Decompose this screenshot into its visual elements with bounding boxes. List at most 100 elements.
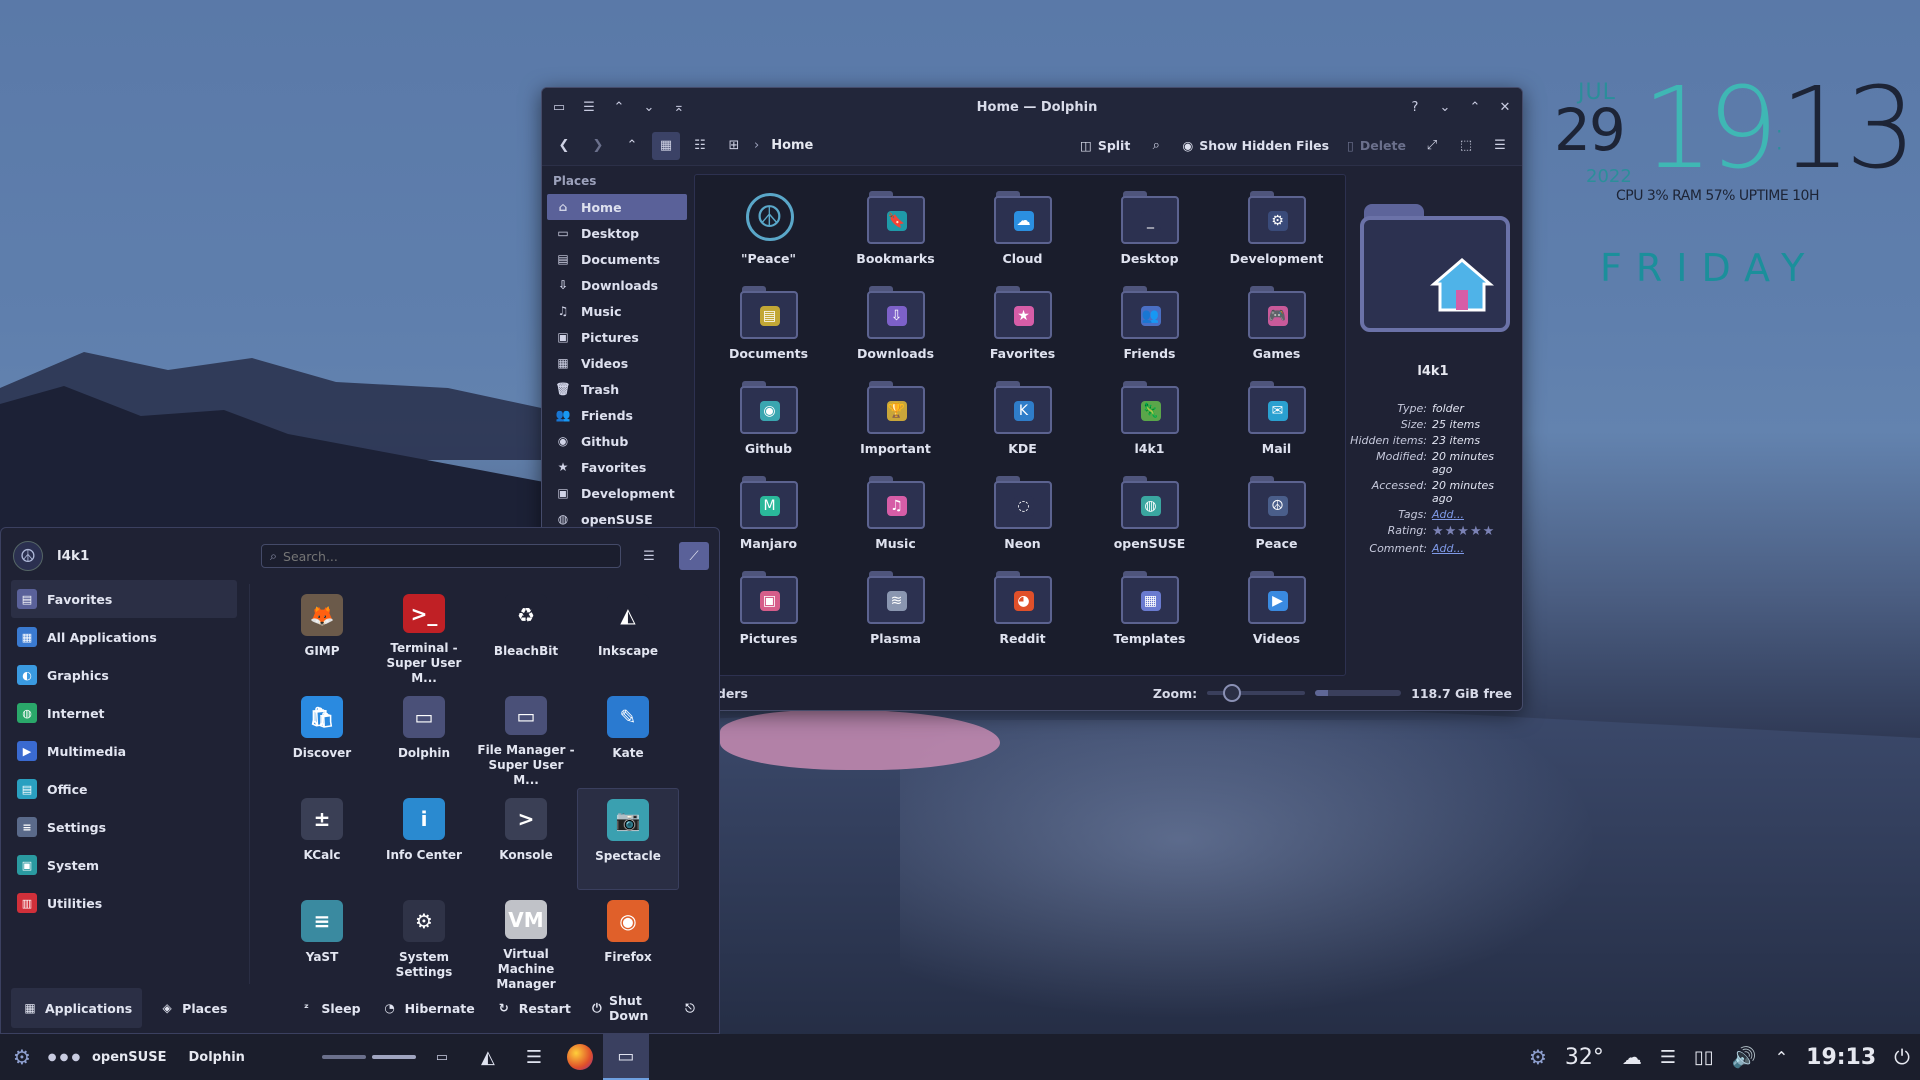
split-button[interactable]: ◫ Split <box>1074 138 1136 153</box>
app-kcalc[interactable]: ± KCalc <box>271 788 373 890</box>
back-button[interactable]: ❮ <box>550 132 578 160</box>
maximize-icon[interactable]: ⌃ <box>1466 98 1484 116</box>
place-item-music[interactable]: ♫ Music <box>547 298 687 324</box>
icons-view-button[interactable]: ▦ <box>652 131 680 160</box>
select-button[interactable]: ⬚ <box>1452 132 1480 160</box>
details-view-button[interactable]: ⊞ <box>720 132 748 160</box>
info-tags-link[interactable]: Add... <box>1432 508 1516 521</box>
task-firefox[interactable] <box>557 1034 603 1080</box>
taskbar-clock[interactable]: 19:13 <box>1806 1045 1876 1070</box>
place-item-home[interactable]: ⌂ Home <box>547 194 687 220</box>
cloud-icon[interactable]: ☁ <box>1622 1045 1642 1069</box>
file-item[interactable]: ☁ Cloud <box>959 183 1086 278</box>
workspace-1[interactable] <box>319 1034 369 1080</box>
tray-expand-icon[interactable]: ⌃ <box>1775 1048 1788 1067</box>
file-item[interactable]: ▦ Templates <box>1086 563 1213 658</box>
file-item[interactable]: ✉ Mail <box>1213 373 1340 468</box>
task-inkscape[interactable]: ◭ <box>465 1034 511 1080</box>
battery-icon[interactable]: ▯▯ <box>1694 1047 1714 1068</box>
category-utilities[interactable]: ▥ Utilities <box>11 884 237 922</box>
place-item-pictures[interactable]: ▣ Pictures <box>547 324 687 350</box>
up-button[interactable]: ⌃ <box>618 132 646 160</box>
place-item-documents[interactable]: ▤ Documents <box>547 246 687 272</box>
file-item[interactable]: 🦎 l4k1 <box>1086 373 1213 468</box>
zoom-slider[interactable] <box>1207 684 1306 702</box>
app-spectacle[interactable]: 📷 Spectacle <box>577 788 679 890</box>
app-konsole[interactable]: > Konsole <box>475 788 577 890</box>
file-item[interactable]: ≋ Plasma <box>832 563 959 658</box>
pager[interactable]: ● ● ● <box>44 1034 84 1080</box>
place-item-favorites[interactable]: ★ Favorites <box>547 454 687 480</box>
compact-view-button[interactable]: ☷ <box>686 132 714 160</box>
pin-button[interactable]: ⟋ <box>679 542 709 570</box>
app-dolphin[interactable]: ▭ Dolphin <box>373 686 475 788</box>
app-firefox[interactable]: ◉ Firefox <box>577 890 679 992</box>
category-all-applications[interactable]: ▦ All Applications <box>11 618 237 656</box>
file-item[interactable]: 🔖 Bookmarks <box>832 183 959 278</box>
app-yast[interactable]: ≡ YaST <box>271 890 373 992</box>
file-view[interactable]: ☮ "Peace" 🔖 Bookmarks ☁ Cloud _ Desktop ⚙ Develop… <box>694 174 1346 676</box>
file-item[interactable]: ◉ Github <box>705 373 832 468</box>
file-item[interactable]: ☮ Peace <box>1213 468 1340 563</box>
category-internet[interactable]: ◍ Internet <box>11 694 237 732</box>
app-discover[interactable]: 🛍 Discover <box>271 686 373 788</box>
file-item[interactable]: ▶ Videos <box>1213 563 1340 658</box>
restart-button[interactable]: ↻ Restart <box>485 988 581 1028</box>
app-bleachbit[interactable]: ♻ BleachBit <box>475 584 577 686</box>
file-item[interactable]: _ Desktop <box>1086 183 1213 278</box>
info-comment-link[interactable]: Add... <box>1432 542 1516 555</box>
category-favorites[interactable]: ▤ Favorites <box>11 580 237 618</box>
place-item-downloads[interactable]: ⇩ Downloads <box>547 272 687 298</box>
window-titlebar[interactable]: ▭ ☰ ⌃ ⌄ ⌅ Home — Dolphin ? ⌄ ⌃ ✕ <box>542 88 1522 126</box>
task-dolphin[interactable]: ▭ <box>602 1034 649 1080</box>
sleep-button[interactable]: ᶻ Sleep <box>287 988 370 1028</box>
file-item[interactable]: ♫ Music <box>832 468 959 563</box>
power-icon[interactable]: ⏻ <box>1894 1045 1910 1069</box>
category-graphics[interactable]: ◐ Graphics <box>11 656 237 694</box>
launcher-button[interactable]: ⚙ <box>0 1034 44 1080</box>
file-item[interactable]: ⇩ Downloads <box>832 278 959 373</box>
shutdown-button[interactable]: ⏻ Shut Down <box>581 988 671 1028</box>
search-button[interactable]: ⌕ <box>1142 132 1170 160</box>
file-item[interactable]: ◕ Reddit <box>959 563 1086 658</box>
forward-button[interactable]: ❯ <box>584 132 612 160</box>
file-item[interactable]: ⚙ Development <box>1213 183 1340 278</box>
search-box[interactable]: ⌕ <box>261 544 621 568</box>
delete-button[interactable]: ▯ Delete <box>1341 138 1412 153</box>
keep-above-icon[interactable]: ⌃ <box>610 98 628 116</box>
hibernate-button[interactable]: ◔ Hibernate <box>371 988 485 1028</box>
minimize-icon[interactable]: ⌄ <box>1436 98 1454 116</box>
window-app-icon[interactable]: ▭ <box>550 98 568 116</box>
app-inkscape[interactable]: ◭ Inkscape <box>577 584 679 686</box>
file-item[interactable]: ★ Favorites <box>959 278 1086 373</box>
task-system-settings[interactable]: ☰ <box>511 1034 557 1080</box>
keep-below-icon[interactable]: ⌄ <box>640 98 658 116</box>
file-item[interactable]: 👥 Friends <box>1086 278 1213 373</box>
file-item[interactable]: M Manjaro <box>705 468 832 563</box>
fit-window-button[interactable]: ⤢ <box>1418 132 1446 160</box>
window-menu-icon[interactable]: ☰ <box>580 98 598 116</box>
active-window-title[interactable]: Dolphin <box>174 1034 258 1080</box>
place-item-videos[interactable]: ▦ Videos <box>547 350 687 376</box>
kde-connect-icon[interactable]: ⚙ <box>1529 1045 1547 1069</box>
app-terminal-root[interactable]: >_ Terminal - Super User M... <box>373 584 475 686</box>
category-system[interactable]: ▣ System <box>11 846 237 884</box>
activity-switcher[interactable]: openSUSE <box>84 1034 174 1080</box>
category-multimedia[interactable]: ▶ Multimedia <box>11 732 237 770</box>
category-office[interactable]: ▤ Office <box>11 770 237 808</box>
category-settings[interactable]: ≡ Settings <box>11 808 237 846</box>
file-item[interactable]: 🎮 Games <box>1213 278 1340 373</box>
app-virt-manager[interactable]: VM Virtual Machine Manager <box>475 890 577 992</box>
file-item[interactable]: K KDE <box>959 373 1086 468</box>
zoom-slider-handle[interactable] <box>1223 684 1242 702</box>
place-item-trash[interactable]: 🗑 Trash <box>547 376 687 402</box>
file-item[interactable]: ☮ "Peace" <box>705 183 832 278</box>
place-item-development[interactable]: ▣ Development <box>547 480 687 506</box>
applications-tab[interactable]: ▦ Applications <box>11 988 143 1028</box>
place-item-github[interactable]: ◉ Github <box>547 428 687 454</box>
show-hidden-button[interactable]: ◉ Show Hidden Files <box>1176 138 1335 153</box>
file-item[interactable]: 🏆 Important <box>832 373 959 468</box>
app-info[interactable]: i Info Center <box>373 788 475 890</box>
file-item[interactable]: ◌ Neon <box>959 468 1086 563</box>
file-item[interactable]: ▣ Pictures <box>705 563 832 658</box>
